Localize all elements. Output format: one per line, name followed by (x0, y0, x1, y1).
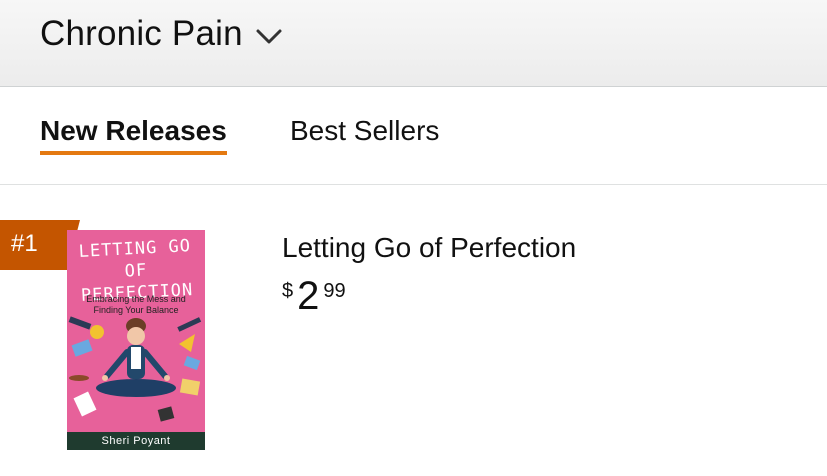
price-fraction: 99 (323, 280, 346, 302)
tab-bar: New Releases Best Sellers (0, 87, 827, 185)
category-dropdown[interactable]: Chronic Pain (40, 14, 283, 54)
chevron-down-icon (256, 29, 282, 44)
product-title[interactable]: Letting Go of Perfection (282, 232, 576, 264)
book-cover-image[interactable]: LETTING GO OF PERFECTION Embracing the M… (67, 230, 205, 450)
category-header: Chronic Pain (0, 0, 827, 87)
meditating-woman-illustration (68, 316, 202, 422)
product-price: $ 2 99 (282, 274, 346, 318)
tab-new-releases[interactable]: New Releases (40, 115, 227, 155)
cover-subtitle: Embracing the Mess and Finding Your Bala… (86, 294, 186, 315)
list-item[interactable]: #1 LETTING GO OF PERFECTION Embracing th… (0, 186, 827, 476)
price-whole: 2 (297, 274, 320, 318)
category-title: Chronic Pain (40, 14, 243, 53)
rank-label: #1 (11, 230, 38, 257)
tab-best-sellers[interactable]: Best Sellers (290, 115, 439, 147)
price-currency-symbol: $ (282, 280, 294, 302)
cover-author-bar: Sheri Poyant (67, 432, 205, 450)
cover-author: Sheri Poyant (101, 435, 171, 447)
